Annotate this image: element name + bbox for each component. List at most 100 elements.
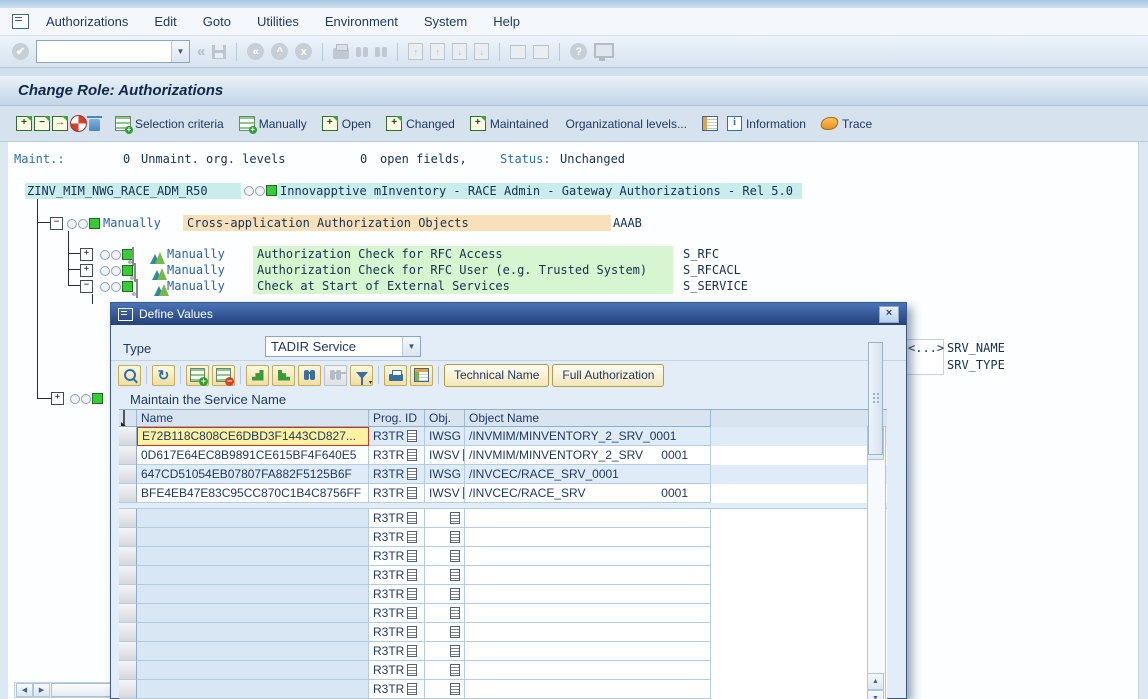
row-selector[interactable] [119,465,137,484]
information-button[interactable]: i Information [727,116,806,131]
print-icon[interactable] [333,48,349,59]
cell-prog-id[interactable]: R3TR [369,604,425,623]
class-node-text[interactable]: Cross-application Authorization Objects [183,215,611,231]
last-page-icon[interactable]: ↓ [474,43,489,60]
collapse-toolbar-icon[interactable]: « [197,44,205,60]
cell-name[interactable] [137,623,369,642]
cell-name[interactable] [137,509,369,528]
cell-prog-id[interactable]: R3TR [369,509,425,528]
insert-authorization-icon[interactable]: → [52,116,68,131]
find-icon[interactable] [356,47,361,57]
row-selector[interactable] [119,642,137,661]
manually-button[interactable]: Manually [239,116,307,131]
column-header-prog-id[interactable]: Prog. ID [369,410,425,427]
technical-name-button[interactable]: Technical Name [444,364,549,387]
maintained-button[interactable]: + Maintained [470,116,549,131]
next-page-icon[interactable]: ↓ [452,43,467,60]
type-dropdown[interactable]: TADIR Service ▼ [265,336,421,357]
cell-prog-id[interactable]: R3TR [369,446,425,465]
sort-descending-button[interactable] [272,365,295,386]
menu-goto[interactable]: Goto [190,14,244,29]
cell-object-name[interactable]: /INVMIM/MINVENTORY_2_SRV0001 [465,446,711,465]
cell-obj[interactable] [425,528,465,547]
cell-obj[interactable] [425,509,465,528]
cell-object-name[interactable]: /INVCEC/RACE_SRV_0001 [465,465,711,484]
menu-help[interactable]: Help [480,14,533,29]
selection-criteria-button[interactable]: Selection criteria [115,116,224,131]
object-text[interactable]: Authorization Check for RFC Access [253,246,673,262]
cell-prog-id[interactable]: R3TR [369,680,425,699]
cell-object-name[interactable] [465,642,711,661]
menu-utilities[interactable]: Utilities [244,14,312,29]
cell-object-name[interactable]: /INVCEC/RACE_SRV0001 [465,484,711,503]
sort-ascending-button[interactable] [246,365,269,386]
cell-obj[interactable] [425,623,465,642]
row-selector[interactable] [119,604,137,623]
cell-name[interactable]: 647CD51054EB07807FA882F5125B6F [137,465,369,484]
trace-button[interactable]: Trace [821,117,872,131]
full-authorization-button[interactable]: Full Authorization [552,364,664,387]
previous-page-icon[interactable]: ↑ [430,43,445,60]
cell-obj[interactable] [425,680,465,699]
open-button[interactable]: + Open [322,116,371,131]
object-text[interactable]: Authorization Check for RFC User (e.g. T… [253,262,673,278]
save-icon[interactable] [212,45,226,59]
display-button[interactable] [118,365,141,386]
cancel-icon[interactable]: x [295,43,312,60]
row-selector[interactable] [119,623,137,642]
cell-obj[interactable] [425,642,465,661]
command-dropdown-icon[interactable]: ▼ [171,41,189,62]
node-expand-icon[interactable]: + [51,392,64,405]
shortcut-icon[interactable] [533,45,549,59]
cell-object-name[interactable] [465,528,711,547]
row-selector[interactable] [119,661,137,680]
class-node-collapse-icon[interactable]: − [50,217,63,230]
menu-system[interactable]: System [411,14,480,29]
cell-name[interactable] [137,604,369,623]
export-button[interactable] [410,365,433,386]
cell-name[interactable] [137,585,369,604]
column-header-object-name[interactable]: Object Name [465,410,711,427]
object-text[interactable]: Check at Start of External Services [253,278,673,294]
cell-name[interactable] [137,642,369,661]
cell-name[interactable]: 0D617E64EC8B9891CE615BF4F640E5 [137,446,369,465]
find-next-icon[interactable] [375,47,380,57]
cell-obj[interactable] [425,604,465,623]
field-value[interactable]: <...> [908,341,944,355]
cell-name[interactable] [137,547,369,566]
dialog-close-button[interactable]: × [879,306,899,323]
cell-obj[interactable] [425,566,465,585]
org-levels-grid-icon[interactable] [702,116,718,131]
cell-name[interactable]: E72B118C808CE6DBD3F1443CD827... [137,427,369,446]
changed-button[interactable]: + Changed [386,116,455,131]
row-selector[interactable] [119,446,137,465]
cell-obj[interactable] [425,661,465,680]
cell-object-name[interactable] [465,661,711,680]
delete-row-button[interactable] [212,365,235,386]
cell-prog-id[interactable]: R3TR [369,484,425,503]
cell-name[interactable] [137,680,369,699]
object-expand-icon[interactable]: + [80,248,93,261]
first-page-icon[interactable]: ↑ [408,43,423,60]
cell-object-name[interactable] [465,547,711,566]
cell-prog-id[interactable]: R3TR [369,623,425,642]
back-icon[interactable]: « [247,43,264,60]
cell-object-name[interactable] [465,623,711,642]
v-scroll-down-icon[interactable]: ▼ [867,690,884,699]
gui-settings-icon[interactable] [594,43,614,58]
cell-object-name[interactable] [465,680,711,699]
cell-prog-id[interactable]: R3TR [369,528,425,547]
cell-prog-id[interactable]: R3TR [369,547,425,566]
row-selector[interactable] [119,585,137,604]
delete-inactive-icon[interactable] [70,115,87,132]
cell-obj[interactable] [425,585,465,604]
cell-name[interactable]: BFE4EB47E83C95CC870C1B4C8756FF [137,484,369,503]
select-all-header[interactable] [119,410,137,427]
cell-prog-id[interactable]: R3TR [369,585,425,604]
filter-button[interactable]: ▾ [350,365,373,386]
cell-object-name[interactable] [465,509,711,528]
row-selector[interactable] [119,509,137,528]
cell-name[interactable] [137,661,369,680]
cell-obj[interactable]: IWSV [425,484,465,503]
object-collapse-icon[interactable]: − [80,280,93,293]
